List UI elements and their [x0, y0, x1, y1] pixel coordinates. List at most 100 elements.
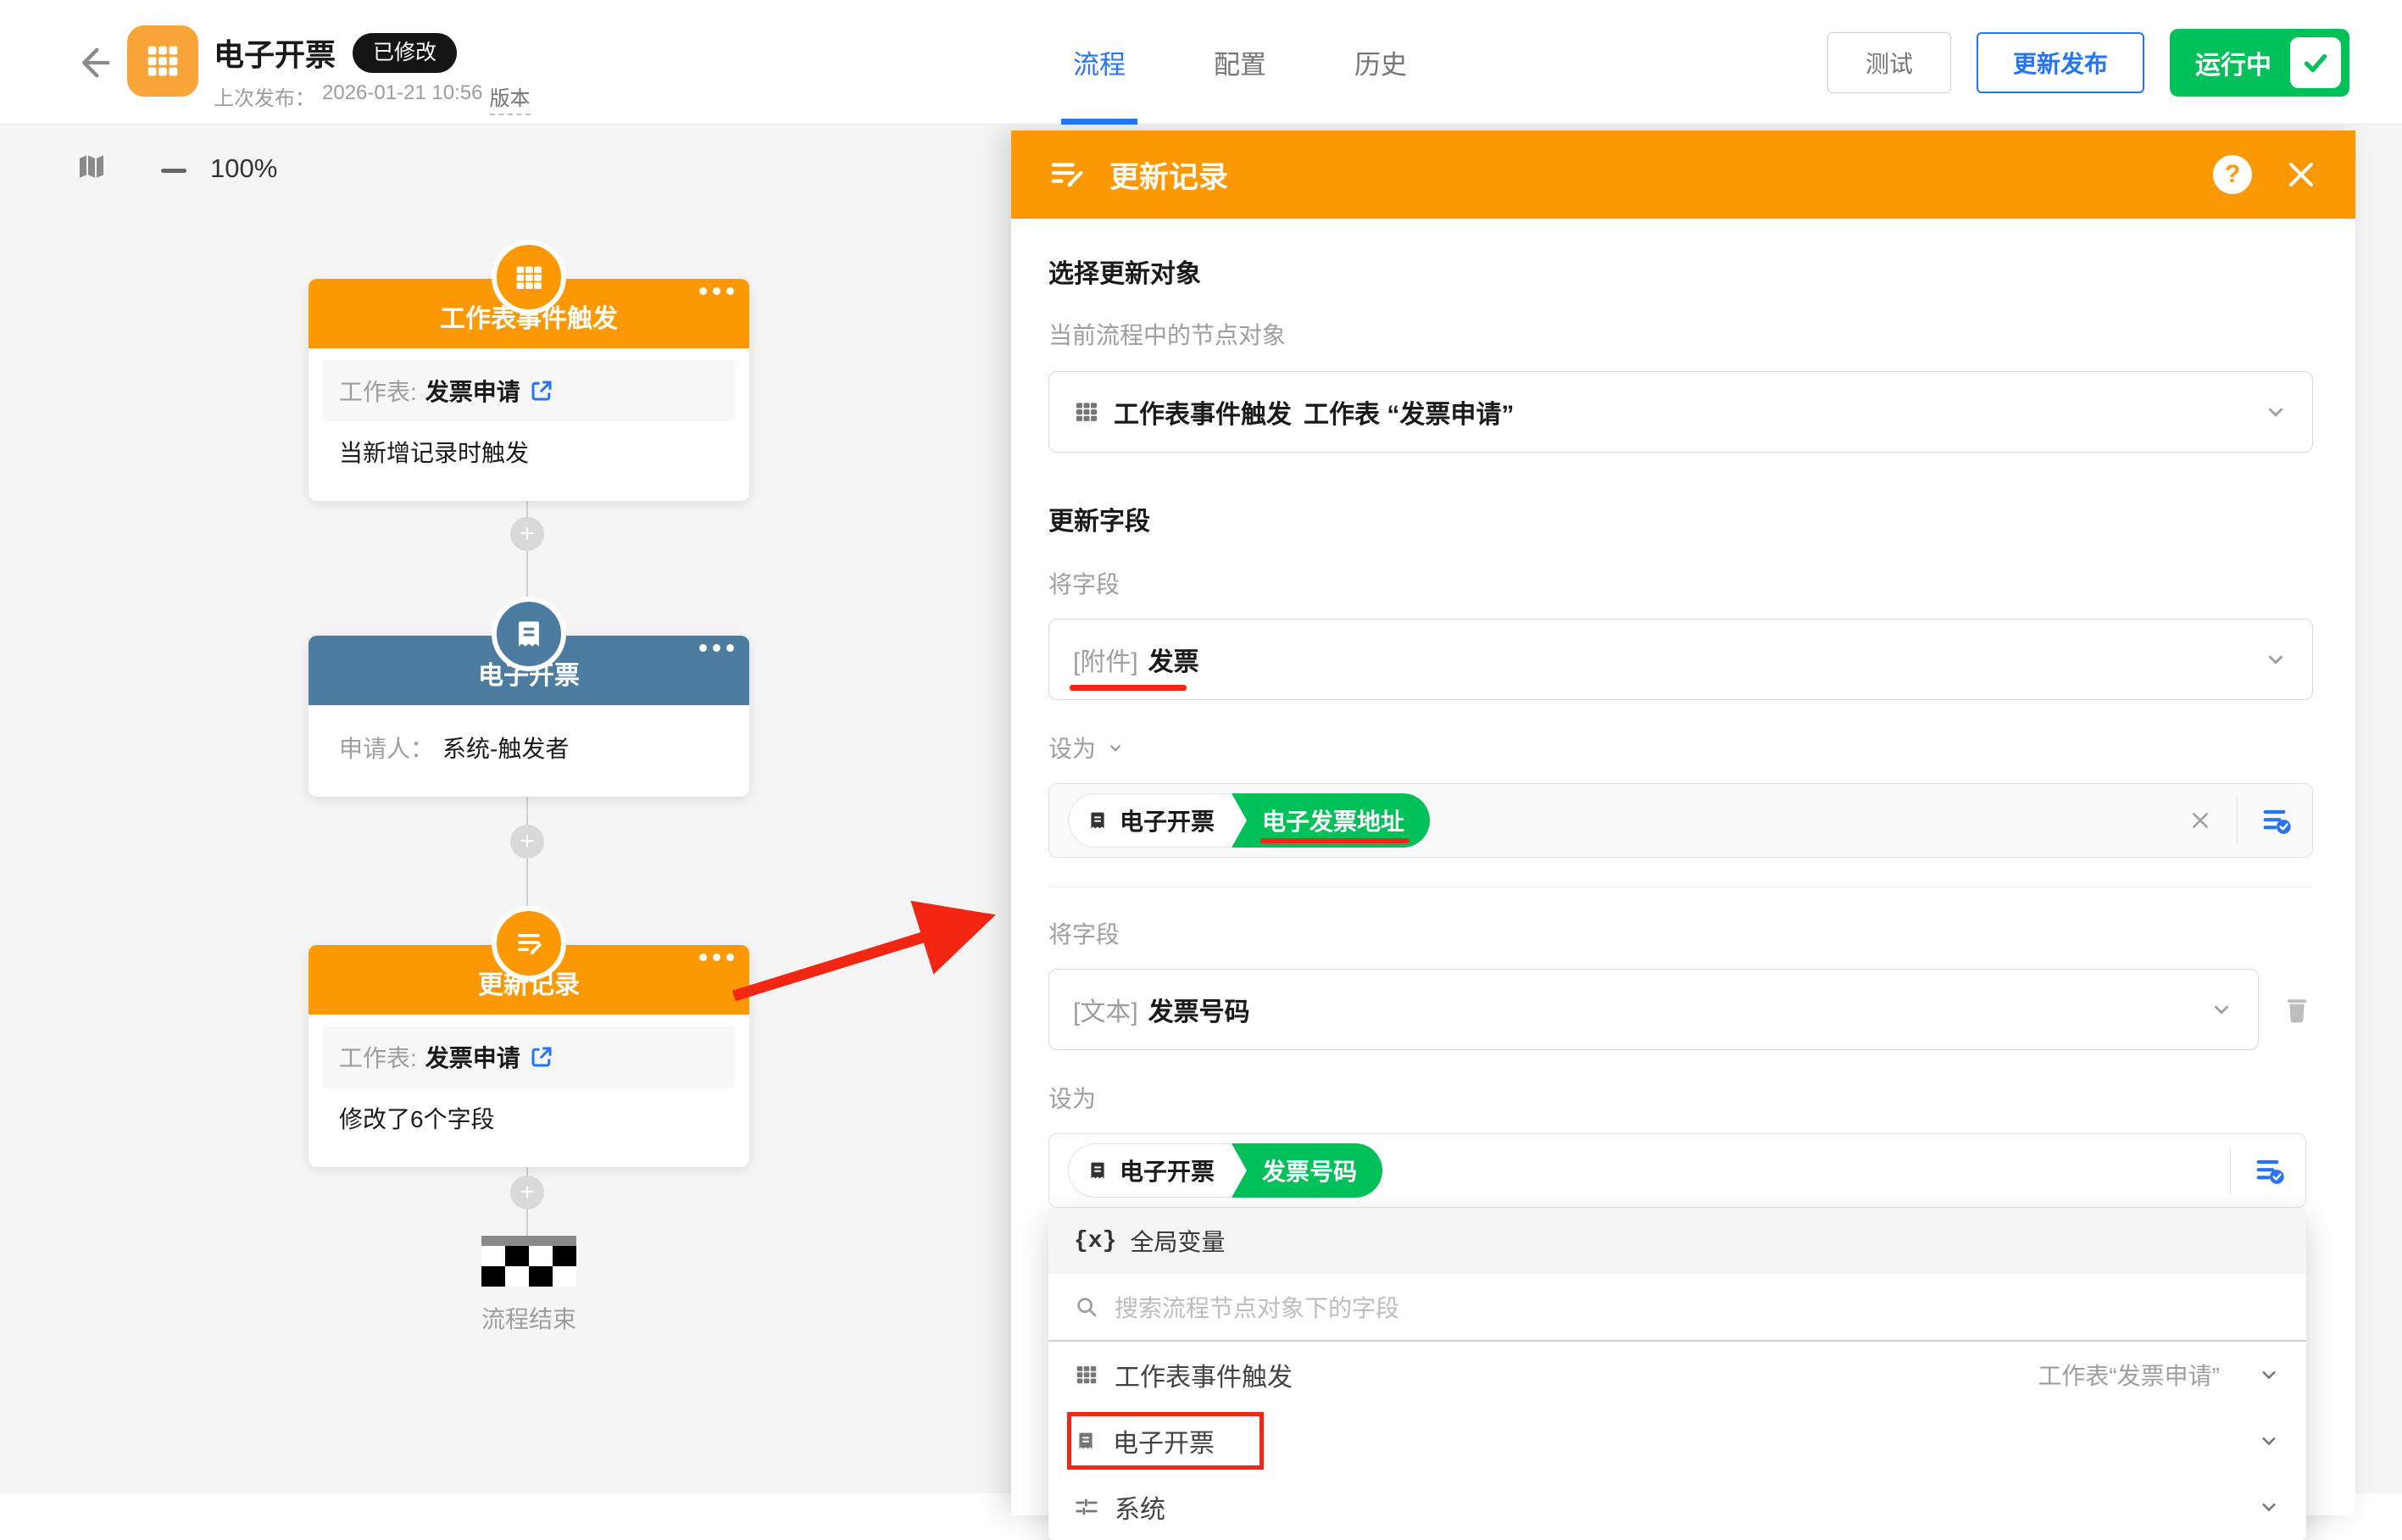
- tab-history[interactable]: 历史: [1354, 0, 1407, 125]
- field1-name: 发票: [1148, 641, 1199, 678]
- add-node-button[interactable]: +: [510, 825, 544, 859]
- annotation-arrow: [720, 879, 1026, 1031]
- panel-title: 更新记录: [1109, 153, 1228, 197]
- modified-badge: 已修改: [353, 33, 457, 73]
- dynamic-value-icon[interactable]: [2253, 1154, 2287, 1187]
- dynamic-value-icon[interactable]: [2260, 803, 2294, 837]
- setas1-text: 设为: [1048, 731, 1096, 764]
- tag2-source: 电子开票: [1120, 1154, 1215, 1187]
- last-publish-time: 2026-01-21 10:56: [322, 81, 483, 115]
- node-menu-icon[interactable]: [699, 644, 734, 652]
- back-icon[interactable]: [71, 41, 115, 85]
- field1-label: 将字段: [1048, 566, 2313, 600]
- section-select-object: 选择更新对象: [1048, 253, 2313, 290]
- minimap-icon[interactable]: [75, 150, 108, 184]
- value2-tag[interactable]: 电子开票 发票号码: [1068, 1143, 1382, 1198]
- chevron-down-icon[interactable]: [2257, 1429, 2281, 1453]
- invoice-icon: [1086, 1159, 1109, 1182]
- field1-type: [附件]: [1073, 641, 1138, 678]
- row-label: 工作表:: [339, 374, 417, 408]
- node-einvoice[interactable]: 电子开票 申请人： 系统-触发者: [309, 636, 749, 797]
- running-toggle[interactable]: 运行中: [2170, 29, 2349, 97]
- tab-config[interactable]: 配置: [1214, 0, 1266, 125]
- external-link-icon[interactable]: [529, 378, 554, 403]
- worksheet-icon: [1073, 398, 1100, 425]
- invoice-icon: [492, 597, 566, 671]
- tab-flow[interactable]: 流程: [1073, 0, 1126, 125]
- node-update-record[interactable]: 更新记录 工作表: 发票申请 修改了6个字段: [309, 945, 749, 1167]
- row-value: 系统-触发者: [442, 731, 569, 764]
- node-worksheet-trigger[interactable]: 工作表事件触发 工作表: 发票申请 当新增记录时触发: [309, 279, 749, 501]
- picker-item-label: 系统: [1115, 1488, 1165, 1526]
- object-value-sheet: 工作表 “发票申请”: [1304, 393, 1514, 431]
- picker-item-system[interactable]: 系统: [1048, 1474, 2306, 1540]
- field2-name: 发票号码: [1148, 991, 1250, 1028]
- top-bar: 电子开票 已修改 上次发布： 2026-01-21 10:56 版本 流程 配置…: [0, 0, 2402, 125]
- chevron-down-icon[interactable]: [1104, 737, 1126, 759]
- version-link[interactable]: 版本: [490, 81, 531, 115]
- global-variable-item[interactable]: {x} 全局变量: [1048, 1208, 2306, 1274]
- object-select[interactable]: 工作表事件触发 工作表 “发票申请”: [1048, 371, 2313, 453]
- node-menu-icon[interactable]: [699, 287, 734, 295]
- picker-item-label: 工作表事件触发: [1115, 1356, 1293, 1393]
- node-worksheet-row: 工作表: 发票申请: [322, 1026, 736, 1087]
- test-button[interactable]: 测试: [1827, 32, 1951, 93]
- field-picker-popover: {x} 全局变量 搜索流程节点对象下的字段 工作表事件触发 工作表“发票申请” …: [1048, 1208, 2306, 1540]
- help-icon[interactable]: ?: [2213, 155, 2252, 194]
- tag1-source: 电子开票: [1120, 803, 1215, 837]
- setas1-label: 设为: [1048, 731, 2313, 764]
- sliders-icon: [1074, 1494, 1099, 1520]
- worksheet-icon: [1074, 1362, 1099, 1387]
- field2-select[interactable]: [文本] 发票号码: [1048, 969, 2259, 1050]
- field2-label: 将字段: [1048, 916, 2313, 950]
- node-updated-fields-desc: 修改了6个字段: [322, 1087, 736, 1148]
- zoom-out-button[interactable]: [161, 169, 186, 173]
- clear-icon[interactable]: [2186, 806, 2215, 835]
- update-record-icon: [492, 906, 566, 981]
- section-update-fields: 更新字段: [1048, 500, 2313, 537]
- field2-type: [文本]: [1073, 991, 1138, 1028]
- row-label: 申请人：: [339, 731, 434, 764]
- global-variable-label: 全局变量: [1130, 1224, 1225, 1258]
- row-value: 发票申请: [425, 374, 520, 408]
- flow-end-label: 流程结束: [431, 1301, 627, 1335]
- page-title: 电子开票: [214, 31, 336, 75]
- add-node-button[interactable]: +: [510, 517, 544, 551]
- picker-item-worksheet-trigger[interactable]: 工作表事件触发 工作表“发票申请”: [1048, 1342, 2306, 1408]
- value1-tag[interactable]: 电子开票 电子发票地址: [1068, 793, 1430, 848]
- row-label: 工作表:: [339, 1040, 417, 1074]
- update-record-panel: 更新记录 ? 选择更新对象 当前流程中的节点对象 工作表事件触发 工作表 “发票…: [1011, 131, 2355, 1515]
- object-value-node: 工作表事件触发: [1114, 393, 1292, 431]
- picker-item-einvoice[interactable]: 电子开票: [1048, 1408, 2306, 1474]
- annotation-underline: [1260, 838, 1410, 843]
- object-label: 当前流程中的节点对象: [1048, 317, 2313, 351]
- running-label: 运行中: [2195, 44, 2271, 81]
- zoom-level: 100%: [210, 153, 277, 184]
- tag1-field: 电子发票地址: [1262, 803, 1404, 837]
- search-placeholder: 搜索流程节点对象下的字段: [1115, 1290, 1399, 1324]
- search-icon: [1074, 1294, 1099, 1320]
- external-link-icon[interactable]: [529, 1044, 554, 1070]
- invoice-icon: [1086, 809, 1109, 832]
- chevron-down-icon: [2209, 997, 2234, 1022]
- field1-select[interactable]: [附件] 发票: [1048, 619, 2313, 700]
- value1-field[interactable]: 电子开票 电子发票地址: [1048, 783, 2313, 858]
- chevron-down-icon: [2263, 399, 2288, 425]
- close-icon[interactable]: [2284, 158, 2318, 192]
- publish-button[interactable]: 更新发布: [1977, 32, 2144, 93]
- node-applicant-row: 申请人： 系统-触发者: [322, 717, 736, 778]
- node-trigger-desc: 当新增记录时触发: [322, 421, 736, 482]
- field-search-input[interactable]: 搜索流程节点对象下的字段: [1048, 1274, 2306, 1342]
- running-check-icon[interactable]: [2290, 37, 2341, 88]
- worksheet-icon: [492, 240, 566, 314]
- annotation-box: [1067, 1412, 1264, 1470]
- row-value: 发票申请: [425, 1040, 520, 1074]
- trash-icon[interactable]: [2281, 993, 2313, 1026]
- update-record-icon: [1048, 155, 1087, 194]
- chevron-down-icon[interactable]: [2257, 1363, 2281, 1387]
- header-tabs: 流程 配置 历史: [1073, 0, 1407, 125]
- value2-field[interactable]: 电子开票 发票号码: [1048, 1133, 2306, 1208]
- add-node-button[interactable]: +: [510, 1176, 544, 1209]
- last-publish-label: 上次发布：: [214, 81, 315, 115]
- app-icon: [127, 25, 198, 97]
